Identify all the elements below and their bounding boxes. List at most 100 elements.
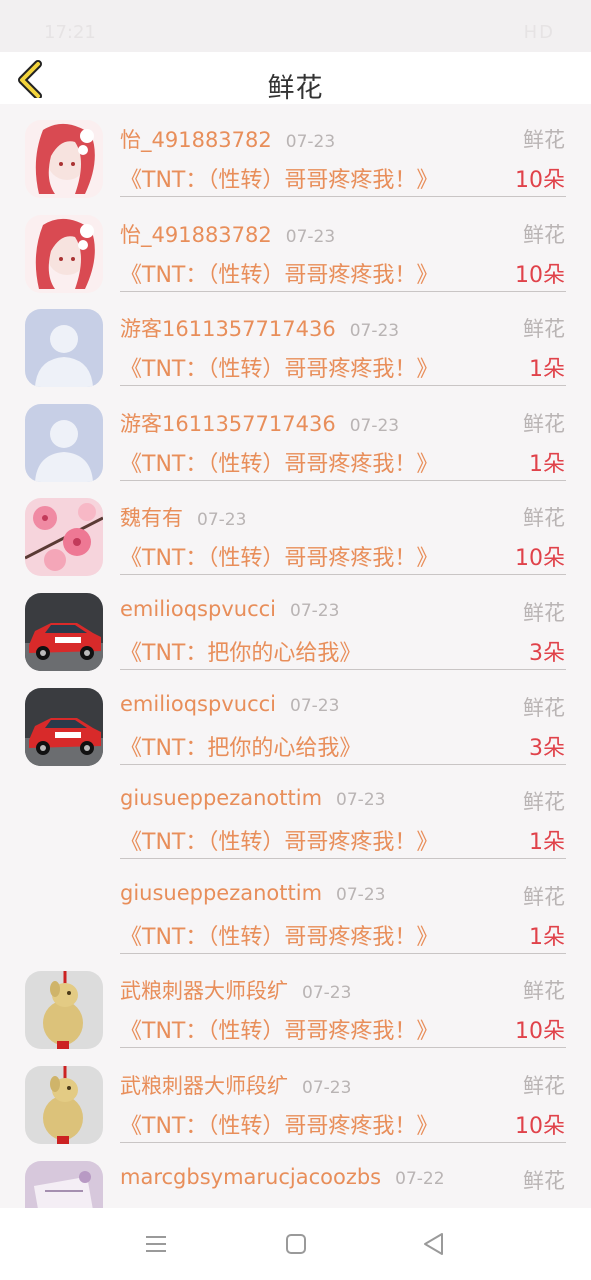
avatar[interactable] [25, 971, 103, 1050]
gift-date: 07-23 [349, 321, 400, 342]
menu-button[interactable] [142, 1230, 170, 1258]
user-name: marcgbsymarucjacoozbs 07-22 [120, 1165, 445, 1189]
list-item[interactable]: emilioqspvucci 07-23 鲜花《TNT：把你的心给我》 3朵 [0, 577, 591, 672]
flower-count: 1朵 [529, 924, 565, 950]
back-triangle-icon [424, 1233, 443, 1255]
flower-count: 1朵 [529, 830, 565, 856]
list-item[interactable]: 武粮刺器大师段纩 07-23 鲜花 《TNT：（性转）哥哥疼疼我！》 10朵 [0, 955, 591, 1050]
home-button[interactable] [282, 1230, 310, 1258]
list-item[interactable]: giusueppezanottim 07-23 鲜花《TNT：（性转）哥哥疼疼我！》… [0, 766, 591, 861]
gift-date: 07-23 [302, 983, 352, 1004]
avatar[interactable] [25, 403, 103, 482]
user-name: 游客1611357717436 07-23 [120, 408, 399, 438]
home-icon [286, 1234, 306, 1254]
flower-count: 10朵 [515, 546, 565, 572]
divider [120, 574, 566, 576]
user-name-text: 武粮刺器大师段纩 [120, 979, 288, 1004]
list-item[interactable]: marcgbsymarucjacoozbs07-22鲜花《TNT：（性转）哥哥疼… [0, 1145, 591, 1208]
divider [120, 196, 566, 197]
list-item[interactable]: 魏有有 07-23 鲜花 《TNT：（性转）哥哥疼疼我！》 10朵 [0, 482, 591, 577]
divider [120, 668, 566, 670]
flower-count: 3朵 [529, 640, 565, 666]
divider [120, 952, 566, 954]
user-name: 游客1611357717436 07-23 [120, 313, 399, 343]
book-title-link[interactable]: 《TNT：（性转）哥哥疼疼我！》 [120, 824, 438, 856]
divider [120, 1047, 566, 1049]
gift-type: 鲜花 [523, 695, 565, 720]
book-title-link[interactable]: 《TNT：（性转）哥哥疼疼我！》 [120, 351, 438, 383]
book-title-link[interactable]: 《TNT：（性转）哥哥疼疼我！》 [120, 540, 438, 572]
user-name: 怡_491883782 07-23 [120, 124, 335, 154]
gift-date: 07-23 [290, 600, 340, 621]
status-icons: HD [523, 22, 555, 43]
gift-date: 07-23 [290, 695, 340, 716]
user-name: 武粮刺器大师段纩 07-23 [120, 1070, 351, 1100]
gift-type: 鲜花 [523, 1168, 565, 1193]
divider [120, 290, 566, 292]
avatar[interactable] [25, 877, 103, 955]
user-name-text: marcgbsymarucjacoozbs [120, 1164, 382, 1189]
avatar[interactable] [25, 498, 103, 577]
status-time: 17:21 [44, 22, 96, 43]
user-name-text: giusueppezanottim [120, 880, 323, 905]
user-name: 武粮刺器大师段纩 07-23 [120, 975, 351, 1005]
gift-date: 07-23 [302, 1077, 352, 1098]
book-title-link[interactable]: 《TNT：把你的心给我》 [120, 635, 361, 667]
user-name-text: 怡_491883782 [120, 222, 272, 247]
divider [120, 763, 566, 765]
divider [120, 385, 566, 387]
flower-count: 10朵 [515, 262, 565, 288]
book-title-link[interactable]: 《TNT：把你的心给我》 [120, 730, 361, 762]
gift-type: 鲜花 [523, 790, 565, 815]
gift-date: 07-23 [349, 415, 400, 436]
divider [120, 479, 566, 481]
book-title-link[interactable]: 《TNT：（性转）哥哥疼疼我！》 [120, 1108, 438, 1140]
user-name: giusueppezanottim 07-23 [120, 786, 385, 810]
user-name-text: emilioqspvucci [120, 691, 276, 716]
book-title-link[interactable]: 《TNT：（性转）哥哥疼疼我！》 [120, 162, 438, 194]
user-name-text: 怡_491883782 [120, 128, 272, 152]
user-name-text: giusueppezanottim [120, 786, 323, 811]
list-item[interactable]: 武粮刺器大师段纩 07-23 鲜花《TNT：（性转）哥哥疼疼我！》 10朵 [0, 1050, 591, 1145]
nav-back-button[interactable] [420, 1230, 448, 1258]
user-name: emilioqspvucci 07-23 [120, 597, 339, 621]
avatar[interactable] [25, 309, 103, 388]
avatar[interactable] [25, 782, 103, 860]
list-item[interactable]: 游客1611357717436 07-23 鲜花 《TNT：（性转）哥哥疼疼我！》 1朵 [0, 293, 591, 388]
avatar[interactable] [25, 214, 103, 293]
user-name: emilioqspvucci 07-23 [120, 692, 339, 716]
list-item[interactable]: 怡_491883782 07-23 鲜花 《TNT：（性转）哥哥疼疼我！》 10朵 [0, 199, 591, 294]
user-name-text: 武粮刺器大师段纩 [120, 1073, 288, 1098]
avatar[interactable] [25, 1065, 103, 1144]
flower-count: 3朵 [529, 735, 565, 761]
list-item[interactable]: emilioqspvucci 07-23 鲜花《TNT：把你的心给我》 3朵 [0, 672, 591, 767]
avatar[interactable] [25, 1160, 103, 1208]
gift-date: 07-23 [285, 132, 336, 152]
flower-count: 1朵 [529, 451, 565, 477]
gift-type: 鲜花 [523, 600, 565, 625]
gift-type: 鲜花 [523, 1073, 565, 1098]
flower-count: 10朵 [515, 1113, 565, 1139]
book-title-link[interactable]: 《TNT：（性转）哥哥疼疼我！》 [120, 446, 438, 478]
avatar[interactable] [25, 120, 103, 198]
gift-type: 鲜花 [523, 411, 565, 436]
app-header: 鲜花 [0, 52, 591, 104]
gift-type: 鲜花 [523, 317, 565, 342]
user-name-text: emilioqspvucci [120, 596, 276, 621]
flower-list: 怡_491883782 07-23 鲜花 《TNT：（性转）哥哥疼疼我！》 10朵 怡_4… [0, 104, 591, 1208]
gift-date: 07-23 [336, 884, 386, 905]
status-bar: 17:21 HD [0, 0, 591, 52]
page-title: 鲜花 [267, 73, 324, 104]
book-title-link[interactable]: 《TNT：（性转）哥哥疼疼我！》 [120, 1013, 438, 1045]
book-title-link[interactable]: 《TNT：（性转）哥哥疼疼我！》 [120, 257, 438, 289]
gift-type: 鲜花 [523, 222, 565, 247]
gift-date: 07-22 [395, 1168, 445, 1189]
list-item[interactable]: 怡_491883782 07-23 鲜花 《TNT：（性转）哥哥疼疼我！》 10朵 [0, 104, 591, 199]
book-title-link[interactable]: 《TNT：（性转）哥哥疼疼我！》 [120, 919, 438, 951]
system-nav-bar [0, 1208, 591, 1280]
avatar[interactable] [25, 592, 103, 671]
list-item[interactable]: 游客1611357717436 07-23 鲜花《TNT：（性转）哥哥疼疼我！》 1朵 [0, 388, 591, 483]
user-name: giusueppezanottim 07-23 [120, 881, 385, 905]
avatar[interactable] [25, 687, 103, 766]
list-item[interactable]: giusueppezanottim 07-23 鲜花 《TNT：（性转）哥哥疼疼我！》… [0, 861, 591, 956]
